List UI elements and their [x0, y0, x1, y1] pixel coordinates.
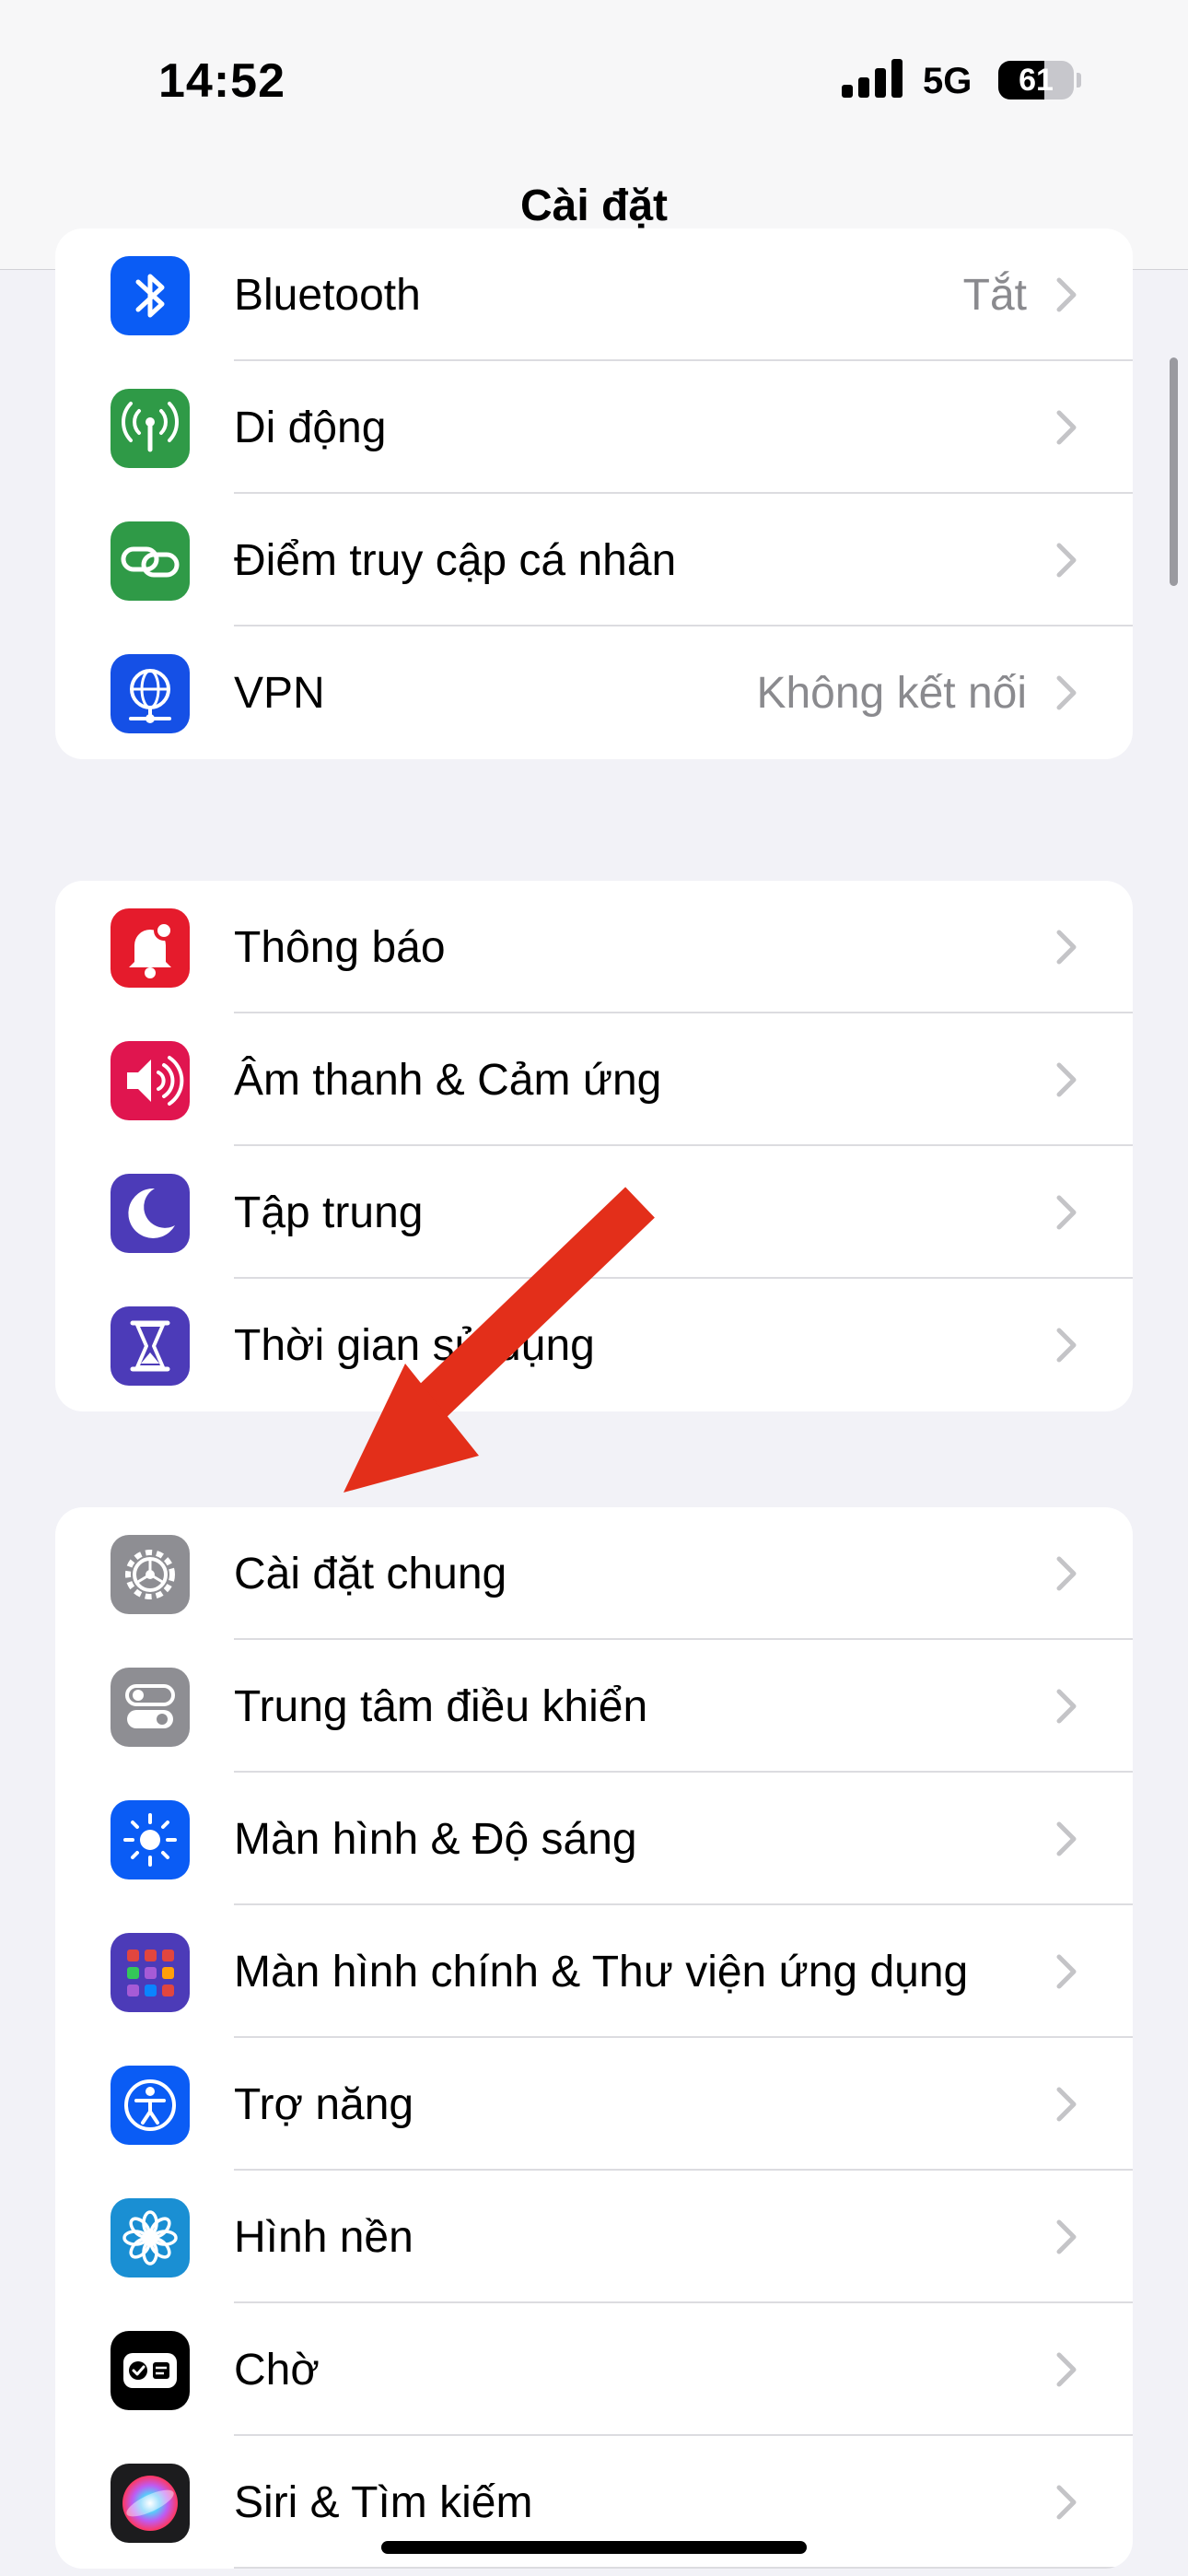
chevron-right-icon [1056, 930, 1077, 965]
battery-level: 61 [1019, 63, 1054, 98]
standby-icon [111, 2331, 190, 2410]
settings-row-general[interactable]: Cài đặt chung [55, 1507, 1133, 1640]
settings-row-cellular[interactable]: Di động [55, 361, 1133, 494]
settings-row-screen-time[interactable]: Thời gian sử dụng [55, 1279, 1133, 1411]
settings-row-label: Bluetooth [234, 271, 421, 320]
settings-row-bluetooth[interactable]: Bluetooth Tắt [55, 228, 1133, 361]
settings-group-connectivity: Bluetooth Tắt Di động Điểm truy cập cá n… [55, 228, 1133, 759]
page-title: Cài đặt [519, 181, 669, 230]
row-separator [234, 2567, 1133, 2569]
chevron-right-icon [1056, 1062, 1077, 1097]
signal-strength-icon [842, 59, 903, 98]
settings-row-label: Thông báo [234, 923, 446, 972]
gear-icon [111, 1535, 190, 1614]
chevron-right-icon [1056, 1556, 1077, 1591]
hotspot-icon [111, 521, 190, 601]
settings-row-display[interactable]: Màn hình & Độ sáng [55, 1773, 1133, 1905]
settings-row-vpn[interactable]: VPN Không kết nối [55, 626, 1133, 759]
settings-row-label: Màn hình chính & Thư viện ứng dụng [234, 1948, 969, 1996]
chevron-right-icon [1056, 277, 1077, 312]
chevron-right-icon [1056, 2219, 1077, 2254]
vpn-globe-icon [111, 654, 190, 733]
moon-icon [111, 1174, 190, 1253]
settings-group-general: Cài đặt chung Trung tâm điều khiển Màn h… [55, 1507, 1133, 2569]
notifications-bell-icon [111, 908, 190, 988]
sun-icon [111, 1800, 190, 1879]
hourglass-icon [111, 1306, 190, 1386]
chevron-right-icon [1056, 1821, 1077, 1856]
settings-row-label: Cài đặt chung [234, 1550, 507, 1598]
settings-row-label: VPN [234, 669, 325, 718]
settings-row-sounds[interactable]: Âm thanh & Cảm ứng [55, 1013, 1133, 1146]
settings-row-label: Trung tâm điều khiển [234, 1682, 648, 1731]
chevron-right-icon [1056, 2485, 1077, 2520]
chevron-right-icon [1056, 410, 1077, 445]
scroll-indicator[interactable] [1170, 357, 1178, 586]
settings-row-label: Di động [234, 404, 387, 452]
settings-row-label: Siri & Tìm kiếm [234, 2478, 533, 2527]
app-grid-icon [111, 1933, 190, 2012]
battery-icon: 61 [998, 61, 1074, 100]
settings-row-label: Thời gian sử dụng [234, 1321, 595, 1370]
settings-row-label: Trợ năng [234, 2080, 414, 2129]
flower-icon [111, 2198, 190, 2277]
home-indicator[interactable] [381, 2541, 807, 2554]
chevron-right-icon [1056, 1689, 1077, 1724]
speaker-icon [111, 1041, 190, 1120]
status-time: 14:52 [158, 54, 285, 108]
settings-row-label: Chờ [234, 2346, 320, 2395]
settings-row-label: Màn hình & Độ sáng [234, 1815, 637, 1864]
network-type: 5G [923, 61, 973, 101]
settings-row-focus[interactable]: Tập trung [55, 1146, 1133, 1279]
settings-row-notifications[interactable]: Thông báo [55, 881, 1133, 1013]
chevron-right-icon [1056, 543, 1077, 578]
settings-row-value: Tắt [962, 271, 1027, 320]
chevron-right-icon [1056, 2087, 1077, 2122]
settings-row-label: Âm thanh & Cảm ứng [234, 1056, 662, 1105]
accessibility-icon [111, 2066, 190, 2145]
bluetooth-icon [111, 256, 190, 335]
chevron-right-icon [1056, 1328, 1077, 1363]
settings-row-accessibility[interactable]: Trợ năng [55, 2038, 1133, 2171]
settings-row-control-center[interactable]: Trung tâm điều khiển [55, 1640, 1133, 1773]
chevron-right-icon [1056, 1195, 1077, 1230]
settings-row-standby[interactable]: Chờ [55, 2303, 1133, 2436]
siri-icon [111, 2464, 190, 2543]
chevron-right-icon [1056, 675, 1077, 710]
chevron-right-icon [1056, 2352, 1077, 2387]
settings-row-home-screen[interactable]: Màn hình chính & Thư viện ứng dụng [55, 1905, 1133, 2038]
settings-row-value: Không kết nối [756, 669, 1027, 718]
settings-row-label: Tập trung [234, 1188, 424, 1237]
settings-row-hotspot[interactable]: Điểm truy cập cá nhân [55, 494, 1133, 626]
settings-row-label: Hình nền [234, 2213, 413, 2262]
settings-group-notifications: Thông báo Âm thanh & Cảm ứng Tập trung T… [55, 881, 1133, 1411]
battery-cap [1077, 73, 1081, 88]
settings-row-label: Điểm truy cập cá nhân [234, 536, 677, 585]
cellular-icon [111, 389, 190, 468]
toggles-icon [111, 1668, 190, 1747]
status-bar: 14:52 5G 61 [0, 0, 1188, 157]
settings-row-wallpaper[interactable]: Hình nền [55, 2171, 1133, 2303]
chevron-right-icon [1056, 1954, 1077, 1989]
